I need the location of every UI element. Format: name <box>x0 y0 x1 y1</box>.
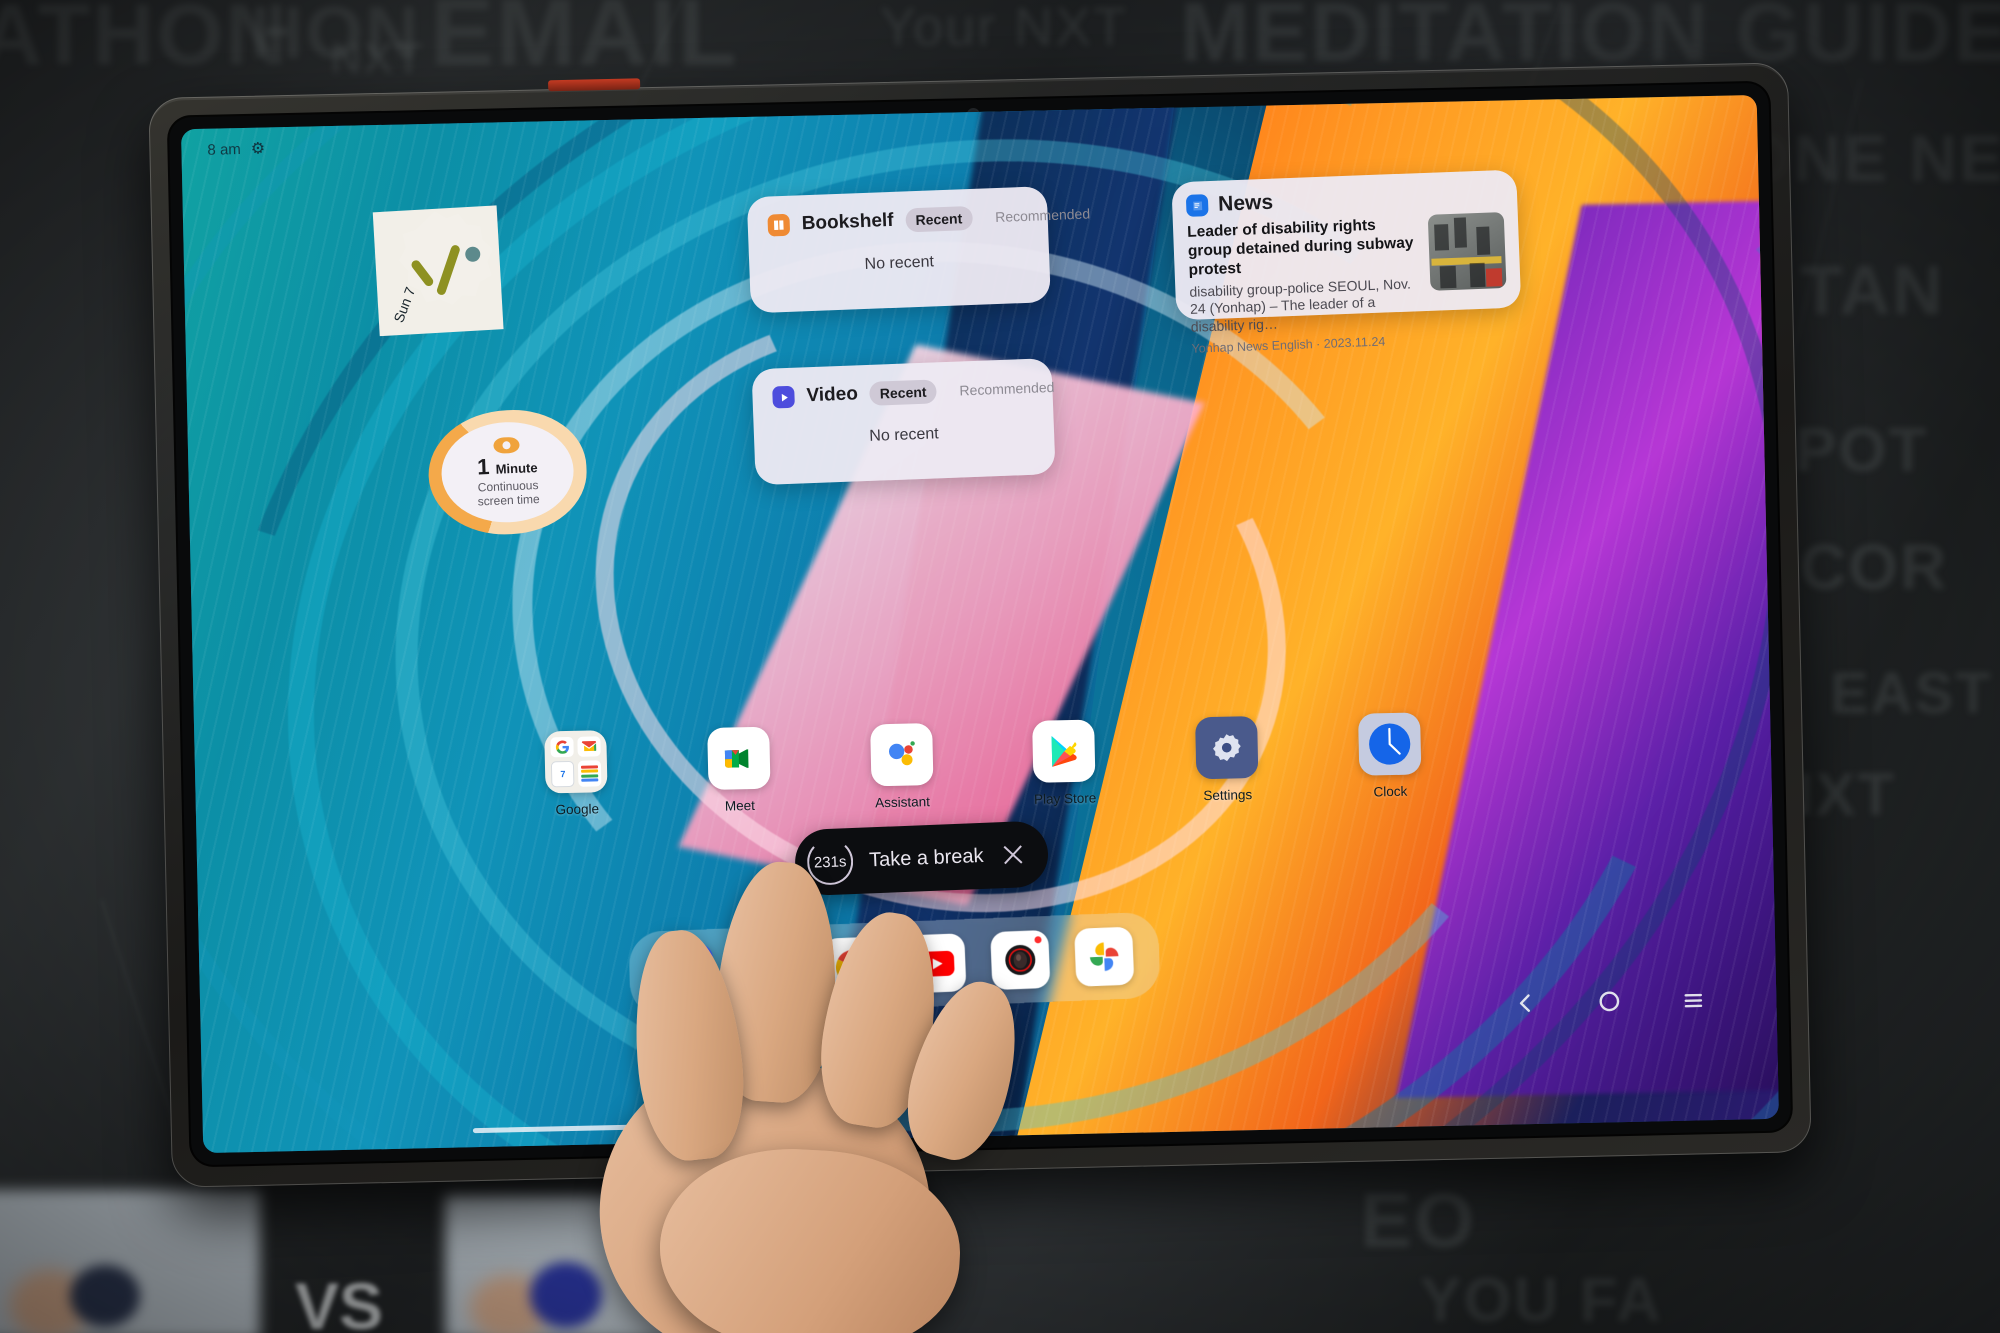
news-snippet: disability group-police SEOUL, Nov. 24 (… <box>1189 275 1412 335</box>
analog-clock-widget[interactable]: Sun 7 <box>372 205 504 337</box>
camera-indicator-dot <box>1034 936 1042 944</box>
close-icon[interactable] <box>999 841 1026 868</box>
settings-gear-icon[interactable] <box>1195 715 1259 780</box>
countdown-ring: 231s <box>806 838 855 886</box>
app-google[interactable]: 7 Google <box>494 729 659 819</box>
take-a-break-label: Take a break <box>868 844 984 871</box>
camera-icon[interactable] <box>990 929 1051 991</box>
bookshelf-widget[interactable]: Bookshelf Recent Recommended No recent <box>746 186 1090 314</box>
news-body[interactable]: Leader of disability rights group detain… <box>1173 205 1523 356</box>
menu-lines-icon[interactable] <box>1680 986 1707 1013</box>
news-thumbnail <box>1427 211 1507 291</box>
screen-time-value: 1 Minute <box>476 453 538 480</box>
screen-time-unit: Minute <box>495 459 538 477</box>
google-meet-icon[interactable] <box>707 726 771 790</box>
app-label: Play Store <box>1033 790 1097 807</box>
screen-time-number: 1 <box>476 453 490 480</box>
google-photos-icon[interactable] <box>1074 926 1135 987</box>
app-play-store[interactable]: Play Store <box>982 718 1147 808</box>
app-meet[interactable]: Meet <box>657 726 822 816</box>
tab-recommended[interactable]: Recommended <box>946 373 1068 404</box>
tab-recommended[interactable]: Recommended <box>982 200 1104 231</box>
video-title: Video <box>806 383 859 407</box>
app-label: Google <box>555 801 600 818</box>
news-headline: Leader of disability rights group detain… <box>1186 216 1414 279</box>
video-empty-text: No recent <box>869 425 940 445</box>
app-settings[interactable]: Settings <box>1145 715 1310 805</box>
news-text-block: Leader of disability rights group detain… <box>1187 215 1423 356</box>
gear-icon: ⚙ <box>250 140 266 158</box>
countdown-value: 231s <box>813 852 847 872</box>
google-assistant-icon[interactable] <box>869 723 934 787</box>
news-widget[interactable]: News Leader of disability rights group d… <box>1171 169 1522 356</box>
navigation-bar <box>1512 986 1707 1016</box>
news-title: News <box>1217 190 1274 216</box>
app-label: Assistant <box>874 794 931 811</box>
power-button[interactable] <box>548 78 641 92</box>
app-clock[interactable]: Clock <box>1307 711 1472 801</box>
video-widget[interactable]: Video Recent Recommended No recent <box>751 358 1056 486</box>
circle-icon[interactable] <box>1596 988 1623 1015</box>
bookshelf-title: Bookshelf <box>801 209 894 235</box>
chevron-left-icon[interactable] <box>1512 990 1539 1017</box>
take-a-break-banner[interactable]: 231s Take a break <box>793 820 1049 897</box>
app-label: Meet <box>724 797 756 814</box>
status-time: 8 am <box>207 140 241 159</box>
google-play-icon[interactable] <box>1032 719 1096 783</box>
tab-recent[interactable]: Recent <box>905 205 973 233</box>
screen-time-caption: Continuous screen time <box>477 477 540 508</box>
clock-icon[interactable] <box>1357 712 1422 776</box>
tab-recent[interactable]: Recent <box>869 379 937 406</box>
app-label: Clock <box>1373 783 1408 800</box>
app-label: Settings <box>1203 787 1253 804</box>
app-assistant[interactable]: Assistant <box>819 722 984 812</box>
book-icon <box>767 213 791 237</box>
play-icon <box>772 385 795 409</box>
eye-icon <box>493 436 520 454</box>
bookshelf-empty-text: No recent <box>864 253 935 273</box>
news-icon <box>1185 194 1209 217</box>
google-folder-icon[interactable]: 7 <box>544 730 608 794</box>
screen-time-widget[interactable]: 1 Minute Continuous screen time <box>426 407 589 538</box>
